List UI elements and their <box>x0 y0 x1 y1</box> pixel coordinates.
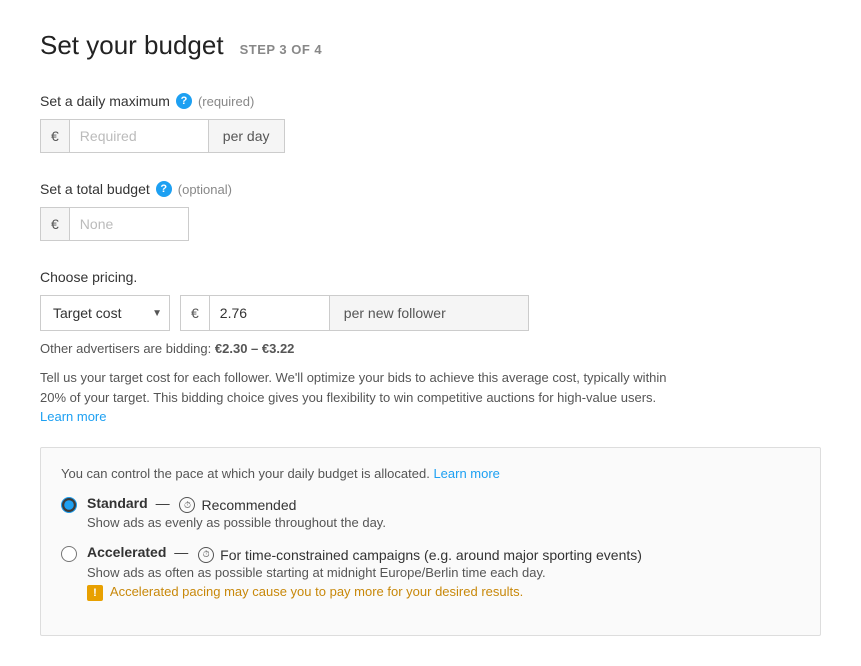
pricing-type-wrapper: Target cost Maximum bid ▼ <box>40 295 170 331</box>
daily-max-help-icon[interactable]: ? <box>176 93 192 109</box>
cost-input-group: € per new follower <box>180 295 529 331</box>
accelerated-radio-title: Accelerated — ⏱ For time-constrained cam… <box>87 544 800 563</box>
daily-max-badge: (required) <box>198 94 254 109</box>
total-budget-help-icon[interactable]: ? <box>156 181 172 197</box>
accelerated-clock-icon: ⏱ <box>198 547 214 563</box>
pacing-info-text: You can control the pace at which your d… <box>61 466 800 481</box>
pricing-description: Tell us your target cost for each follow… <box>40 368 680 427</box>
daily-max-section: Set a daily maximum ? (required) € per d… <box>40 93 821 153</box>
total-budget-currency: € <box>40 207 69 241</box>
pricing-section: Choose pricing. Target cost Maximum bid … <box>40 269 821 427</box>
total-budget-section: Set a total budget ? (optional) € <box>40 181 821 241</box>
cost-currency: € <box>180 295 209 331</box>
accelerated-radio-desc: Show ads as often as possible starting a… <box>87 565 800 580</box>
standard-radio-desc: Show ads as evenly as possible throughou… <box>87 515 800 530</box>
warning-icon: ! <box>87 585 103 601</box>
step-indicator: STEP 3 OF 4 <box>240 42 323 57</box>
total-budget-badge: (optional) <box>178 182 232 197</box>
per-follower-label: per new follower <box>329 295 529 331</box>
daily-max-input-group: € per day <box>40 119 821 153</box>
standard-option: Standard — ⏱ Recommended Show ads as eve… <box>61 495 800 531</box>
page-title: Set your budget <box>40 30 224 61</box>
page-header: Set your budget STEP 3 OF 4 <box>40 30 821 61</box>
bid-range: Other advertisers are bidding: €2.30 – €… <box>40 341 821 356</box>
total-budget-input-group: € <box>40 207 821 241</box>
total-budget-input[interactable] <box>69 207 189 241</box>
accelerated-warning: ! Accelerated pacing may cause you to pa… <box>87 584 800 601</box>
pricing-section-label: Choose pricing. <box>40 269 821 285</box>
standard-radio-label[interactable]: Standard — ⏱ Recommended Show ads as eve… <box>61 495 800 531</box>
standard-radio-content: Standard — ⏱ Recommended Show ads as eve… <box>87 495 800 531</box>
pacing-learn-more-link[interactable]: Learn more <box>433 466 499 481</box>
total-budget-label: Set a total budget ? (optional) <box>40 181 821 197</box>
pacing-box: You can control the pace at which your d… <box>40 447 821 636</box>
standard-radio-title: Standard — ⏱ Recommended <box>87 495 800 514</box>
standard-radio-input[interactable] <box>61 497 77 513</box>
accelerated-radio-input[interactable] <box>61 546 77 562</box>
standard-clock-icon: ⏱ <box>179 497 195 513</box>
accelerated-radio-content: Accelerated — ⏱ For time-constrained cam… <box>87 544 800 601</box>
cost-amount-input[interactable] <box>209 295 329 331</box>
pricing-type-select[interactable]: Target cost Maximum bid <box>40 295 170 331</box>
daily-max-currency: € <box>40 119 69 153</box>
pricing-learn-more-link[interactable]: Learn more <box>40 409 106 424</box>
accelerated-option: Accelerated — ⏱ For time-constrained cam… <box>61 544 800 601</box>
daily-max-suffix: per day <box>209 119 285 153</box>
daily-max-label: Set a daily maximum ? (required) <box>40 93 821 109</box>
daily-max-input[interactable] <box>69 119 209 153</box>
pricing-row: Target cost Maximum bid ▼ € per new foll… <box>40 295 821 331</box>
accelerated-radio-label[interactable]: Accelerated — ⏱ For time-constrained cam… <box>61 544 800 601</box>
